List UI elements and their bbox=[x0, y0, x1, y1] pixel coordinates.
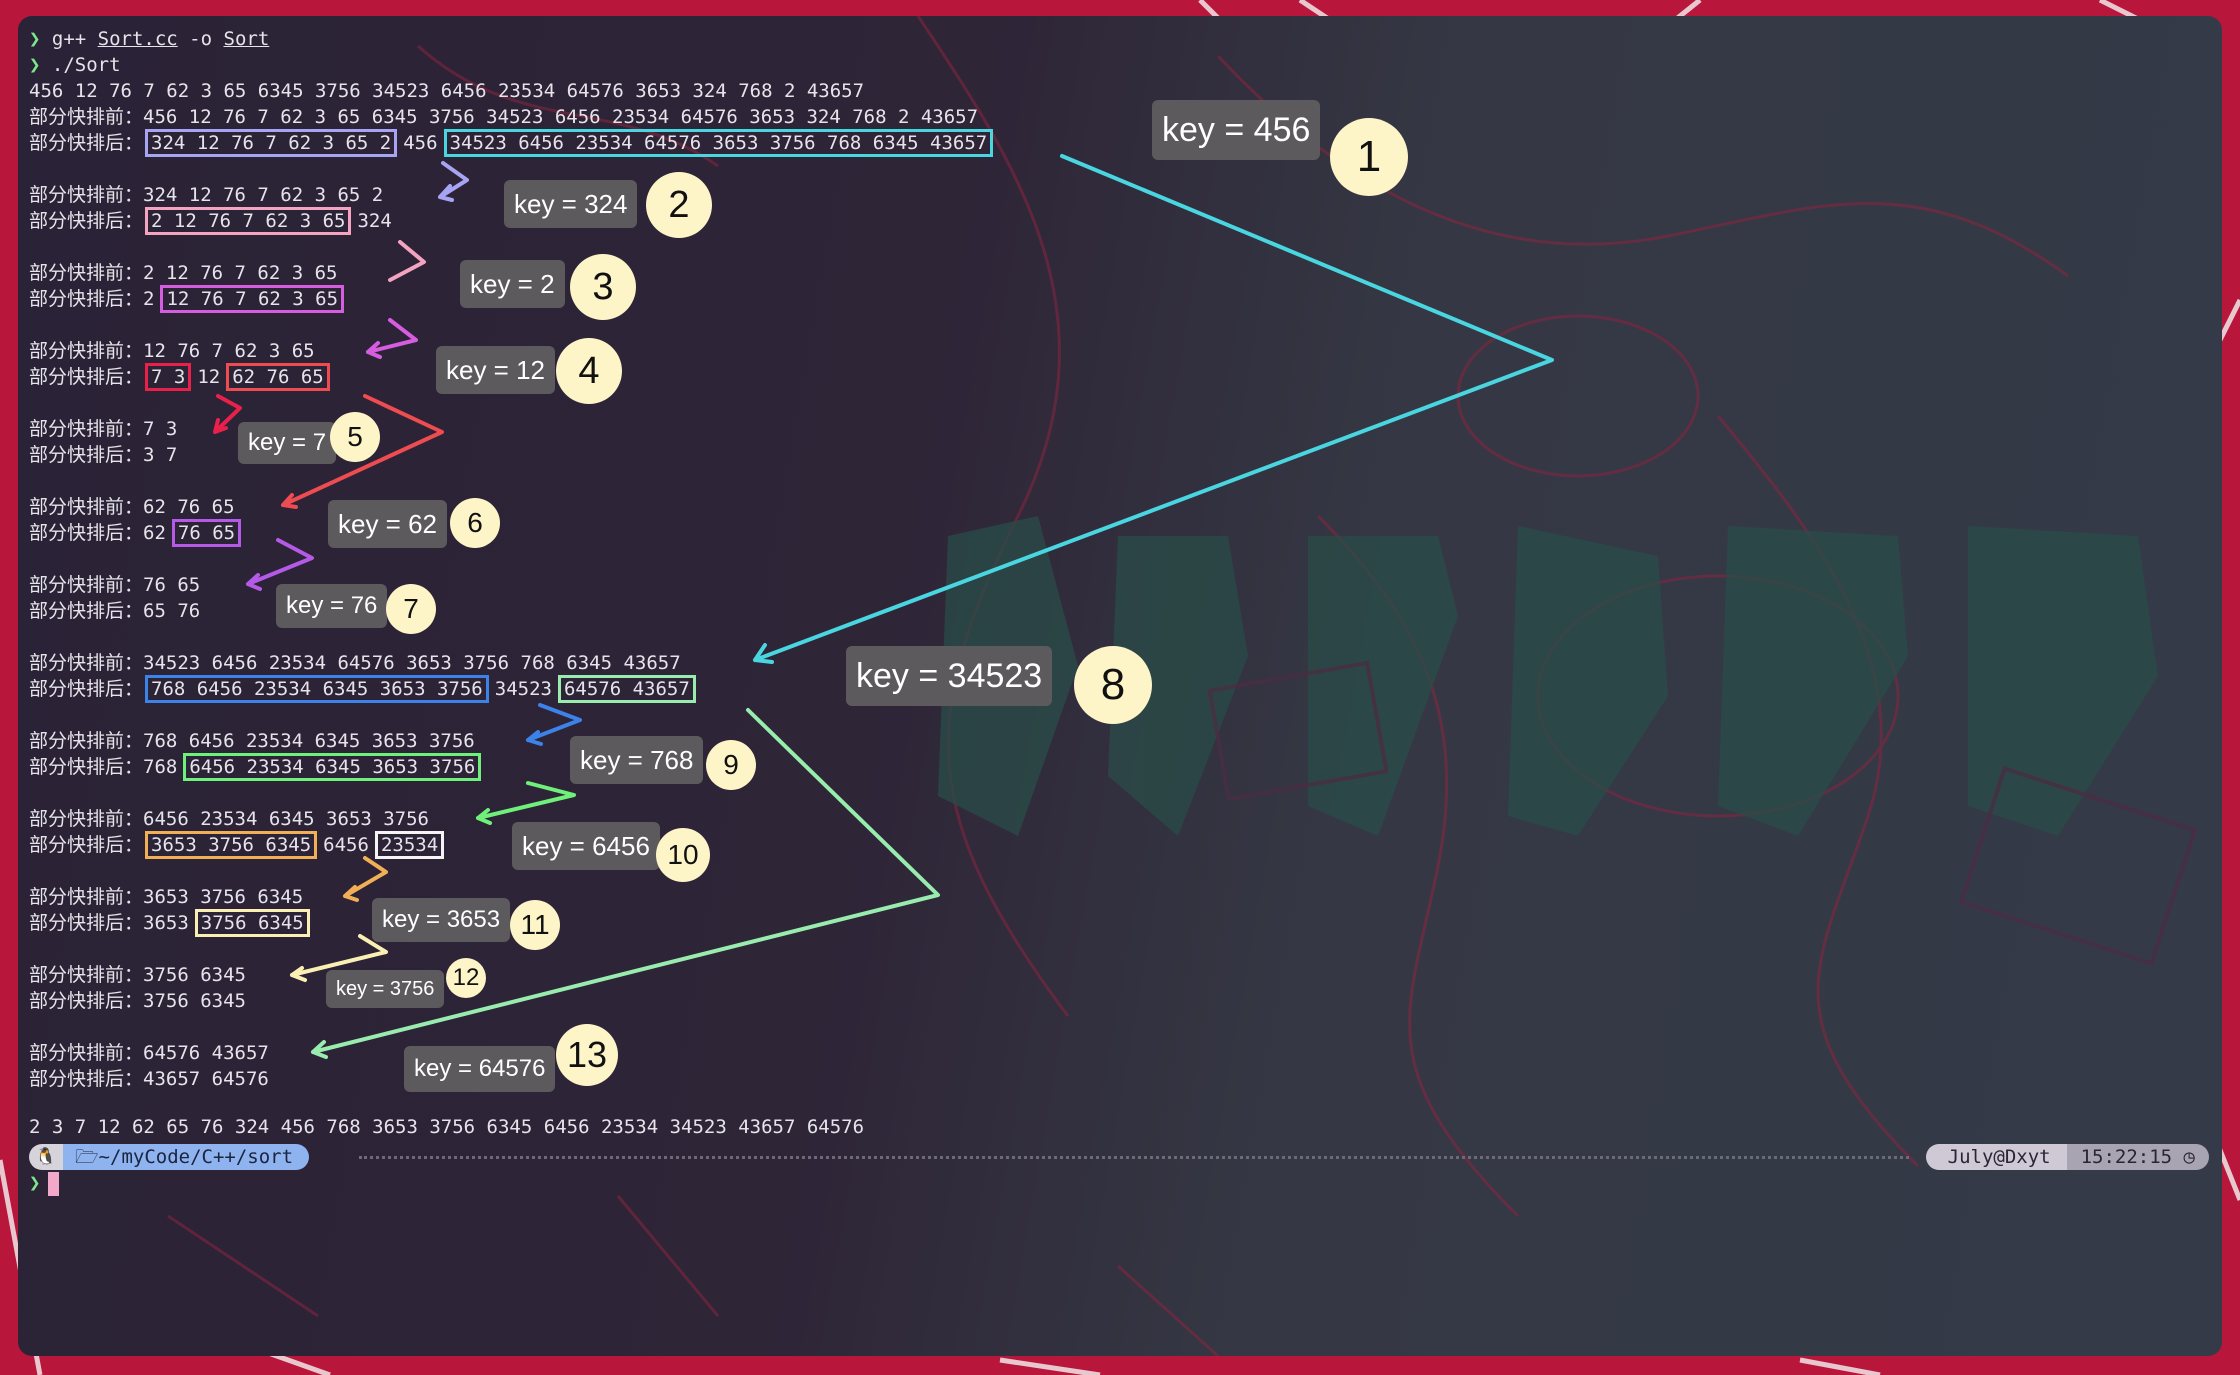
step-number-badge: 3 bbox=[570, 254, 636, 320]
step-number-badge: 8 bbox=[1074, 646, 1152, 724]
key-label: key = 62 bbox=[328, 500, 448, 548]
arrow-2 bbox=[438, 161, 469, 202]
step-number-badge: 11 bbox=[510, 900, 560, 950]
key-label: key = 64576 bbox=[404, 1046, 556, 1092]
key-label: key = 768 bbox=[570, 736, 704, 784]
key-label: key = 456 bbox=[1152, 100, 1321, 160]
step-number-badge: 4 bbox=[556, 338, 622, 404]
step-number-badge: 2 bbox=[646, 172, 712, 238]
arrow-3 bbox=[388, 240, 426, 282]
arrow-10 bbox=[476, 781, 576, 825]
step-number-badge: 6 bbox=[450, 498, 500, 548]
arrow-5a bbox=[213, 394, 242, 434]
arrow-6 bbox=[246, 538, 314, 591]
step-number-badge: 9 bbox=[706, 740, 756, 790]
step-number-badge: 13 bbox=[556, 1024, 618, 1086]
arrow-1 bbox=[753, 154, 1554, 664]
arrow-11 bbox=[343, 856, 388, 902]
key-label: key = 3653 bbox=[372, 898, 511, 942]
key-label: key = 76 bbox=[276, 584, 388, 628]
key-label: key = 2 bbox=[460, 260, 565, 308]
step-number-badge: 7 bbox=[386, 584, 436, 634]
key-label: key = 12 bbox=[436, 346, 556, 394]
key-label: key = 6456 bbox=[512, 822, 660, 870]
key-label: key = 7 bbox=[238, 422, 337, 464]
key-label: key = 3756 bbox=[326, 970, 445, 1008]
step-number-badge: 10 bbox=[656, 828, 710, 882]
arrow-4 bbox=[366, 318, 418, 359]
step-number-badge: 5 bbox=[330, 412, 380, 462]
step-number-badge: 1 bbox=[1330, 118, 1408, 196]
key-label: key = 34523 bbox=[846, 646, 1053, 706]
key-label: key = 324 bbox=[504, 180, 638, 228]
step-number-badge: 12 bbox=[446, 958, 486, 998]
